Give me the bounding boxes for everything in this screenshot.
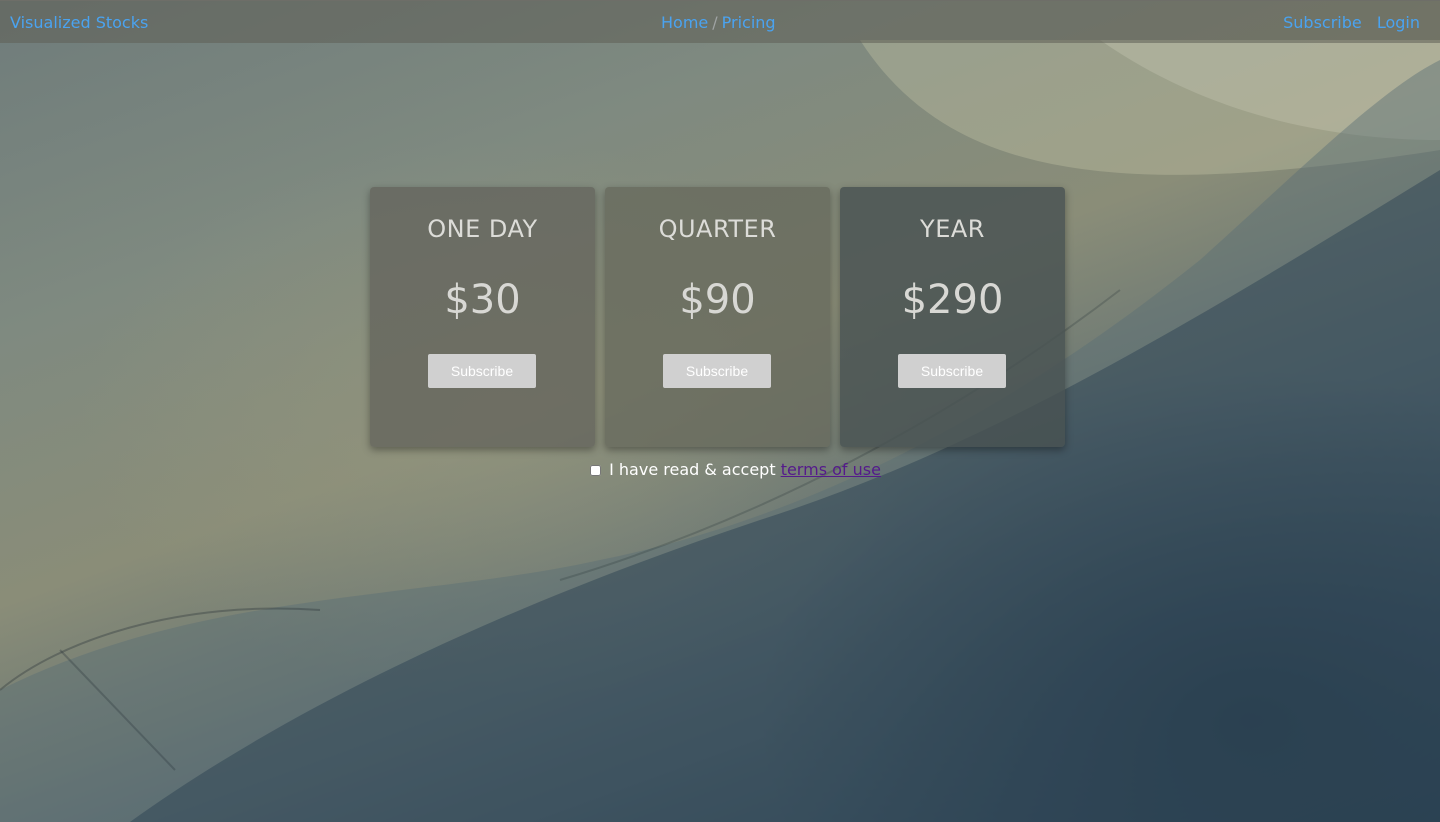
terms-label: I have read & accept [609, 460, 776, 479]
nav-subscribe-link[interactable]: Subscribe [1283, 13, 1362, 32]
terms-checkbox[interactable] [590, 465, 601, 476]
terms-of-use-link[interactable]: terms of use [781, 460, 881, 479]
plan-name: ONE DAY [427, 215, 538, 243]
terms-acceptance: I have read & accept terms of use [590, 460, 881, 479]
plan-name: YEAR [920, 215, 985, 243]
breadcrumb-pricing-link[interactable]: Pricing [722, 13, 776, 32]
pricing-card-one-day: ONE DAY $30 Subscribe [370, 187, 595, 447]
nav-right-links: Subscribe Login [1273, 13, 1420, 32]
breadcrumb: Home / Pricing [661, 13, 776, 32]
subscribe-button-one-day[interactable]: Subscribe [428, 354, 536, 388]
navbar: Visualized Stocks Home / Pricing Subscribe… [0, 0, 1440, 43]
plan-price: $90 [679, 277, 756, 323]
breadcrumb-separator: / [712, 13, 718, 32]
plan-price: $290 [901, 277, 1004, 323]
pricing-card-year: YEAR $290 Subscribe [840, 187, 1065, 447]
nav-login-link[interactable]: Login [1377, 13, 1420, 32]
brand-link[interactable]: Visualized Stocks [10, 13, 148, 32]
subscribe-button-year[interactable]: Subscribe [898, 354, 1006, 388]
plan-name: QUARTER [658, 215, 777, 243]
plan-price: $30 [444, 277, 521, 323]
pricing-cards: ONE DAY $30 Subscribe QUARTER $90 Subscr… [370, 187, 1066, 447]
pricing-card-quarter: QUARTER $90 Subscribe [605, 187, 830, 447]
subscribe-button-quarter[interactable]: Subscribe [663, 354, 771, 388]
breadcrumb-home-link[interactable]: Home [661, 13, 708, 32]
